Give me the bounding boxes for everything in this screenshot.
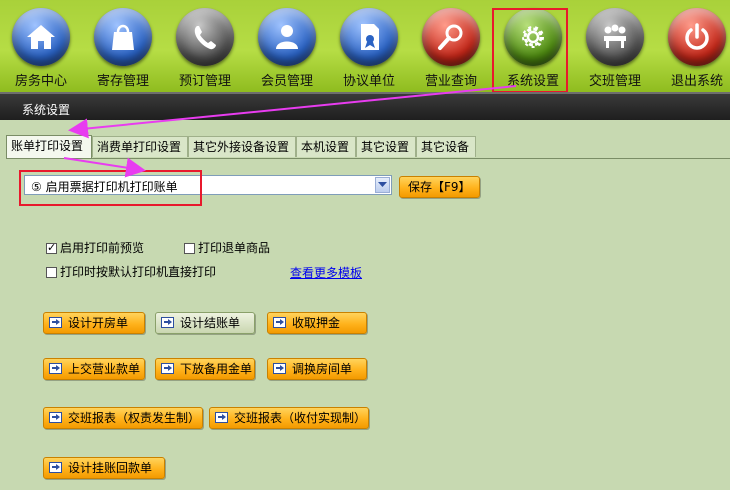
magnifier-icon [422, 8, 480, 66]
arrow-right-icon [273, 363, 286, 374]
shift-report-accrual-button[interactable]: 交班报表（权责发生制） [43, 407, 203, 429]
window-titlebar: 系统设置 [0, 92, 730, 122]
arrow-right-icon [161, 363, 174, 374]
toolbar-member-button[interactable]: 会员管理 [246, 4, 328, 90]
shift-report-cash-button[interactable]: 交班报表（收付实现制） [209, 407, 369, 429]
toolbar-business-query-button[interactable]: 营业查询 [410, 4, 492, 90]
toolbar-label: 营业查询 [424, 74, 477, 89]
toolbar-label: 寄存管理 [96, 74, 149, 89]
more-templates-link[interactable]: 查看更多模板 [290, 264, 362, 281]
toolbar-label: 交班管理 [588, 74, 641, 89]
arrow-right-icon [49, 317, 62, 328]
room-change-button[interactable]: 调换房间单 [267, 358, 367, 380]
checkbox-unchecked-icon[interactable] [46, 267, 57, 278]
meeting-icon [586, 8, 644, 66]
toolbar-agreement-unit-button[interactable]: 协议单位 [328, 4, 410, 90]
chevron-down-icon[interactable] [375, 177, 390, 193]
tab-bill-print-settings[interactable]: 账单打印设置 [6, 135, 92, 158]
design-open-room-button[interactable]: 设计开房单 [43, 312, 145, 334]
arrow-right-icon [161, 317, 174, 328]
arrow-right-icon [273, 317, 286, 328]
toolbar-exit-button[interactable]: 退出系统 [656, 4, 730, 90]
person-icon [258, 8, 316, 66]
print-refund-items-checkbox[interactable]: 打印退单商品 [184, 240, 270, 256]
checkbox-label: 启用打印前预览 [60, 241, 145, 255]
toolbar-label: 预订管理 [178, 74, 231, 89]
toolbar-reservation-button[interactable]: 预订管理 [164, 4, 246, 90]
issue-float-cash-button[interactable]: 下放备用金单 [155, 358, 255, 380]
toolbar-storage-button[interactable]: 寄存管理 [82, 4, 164, 90]
phone-icon [176, 8, 234, 66]
certificate-icon [340, 8, 398, 66]
default-printer-direct-checkbox[interactable]: 打印时按默认打印机直接打印 [46, 264, 216, 280]
arrow-right-icon [49, 462, 62, 473]
design-checkout-button[interactable]: 设计结账单 [155, 312, 255, 334]
window-title: 系统设置 [22, 103, 71, 117]
toolbar-label: 协议单位 [342, 74, 395, 89]
toolbar-label: 房务中心 [14, 74, 67, 89]
preview-before-print-checkbox[interactable]: 启用打印前预览 [46, 240, 144, 256]
bag-icon [94, 8, 152, 66]
submit-revenue-button[interactable]: 上交营业款单 [43, 358, 145, 380]
checkbox-label: 打印退单商品 [198, 241, 271, 255]
arrow-right-icon [215, 412, 228, 423]
checkbox-unchecked-icon[interactable] [184, 243, 195, 254]
toolbar-room-center-button[interactable]: 房务中心 [0, 4, 82, 90]
collect-deposit-button[interactable]: 收取押金 [267, 312, 367, 334]
toolbar-shift-handover-button[interactable]: 交班管理 [574, 4, 656, 90]
checkbox-label: 打印时按默认打印机直接打印 [60, 265, 217, 279]
arrow-right-icon [49, 363, 62, 374]
arrow-right-icon [49, 412, 62, 423]
tab-other-settings[interactable]: 其它设置 [356, 136, 416, 157]
toolbar-label: 会员管理 [260, 74, 313, 89]
main-toolbar: 房务中心 寄存管理 预订管理 会员管理 协议单位 营业查询 系统设置 交班管理 … [0, 0, 730, 93]
power-icon [668, 8, 726, 66]
highlight-box [492, 8, 568, 93]
highlight-box [19, 170, 202, 206]
tab-other-devices[interactable]: 其它设备 [416, 136, 476, 157]
checkbox-checked-icon[interactable] [46, 240, 57, 256]
tab-consumption-print-settings[interactable]: 消费单打印设置 [92, 136, 188, 157]
tab-external-device-settings[interactable]: 其它外接设备设置 [188, 136, 296, 157]
save-button[interactable]: 保存【F9】 [399, 176, 480, 198]
tab-local-settings[interactable]: 本机设置 [296, 136, 356, 157]
house-icon [12, 8, 70, 66]
design-credit-repayment-button[interactable]: 设计挂账回款单 [43, 457, 165, 479]
toolbar-label: 退出系统 [670, 74, 723, 89]
